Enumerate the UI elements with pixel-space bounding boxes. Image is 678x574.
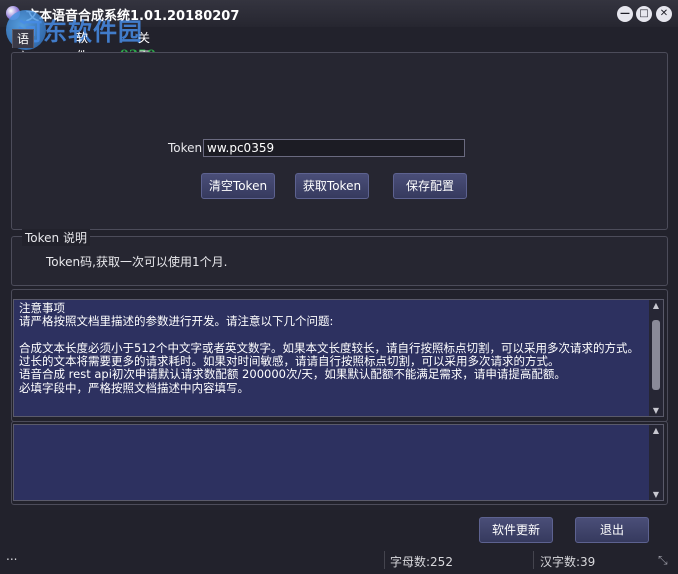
status-separator [384, 551, 385, 569]
log-textarea[interactable]: ▲ ▼ [13, 424, 664, 501]
letter-count: 字母数:252 [390, 555, 453, 569]
hanzi-count: 汉字数:39 [540, 555, 596, 569]
log-scroll-up-icon[interactable]: ▲ [649, 426, 663, 435]
clear-token-button[interactable]: 清空Token [201, 173, 275, 199]
tab-speech-synthesis[interactable]: 语音合成 [12, 29, 35, 100]
tab-software-settings[interactable]: 软件设置 [72, 29, 92, 99]
token-label: Token [168, 141, 203, 155]
get-token-button[interactable]: 获取Token [295, 173, 369, 199]
log-scroll-down-icon[interactable]: ▼ [649, 490, 663, 499]
scroll-up-icon[interactable]: ▲ [649, 301, 663, 310]
software-update-button[interactable]: 软件更新 [479, 517, 553, 543]
minimize-button[interactable]: — [617, 6, 633, 22]
status-dots: ... [6, 549, 18, 563]
save-config-button[interactable]: 保存配置 [393, 173, 467, 199]
notes-text: 注意事项 请严格按照文档里描述的参数进行开发。请注意以下几个问题: 合成文本长度… [19, 301, 639, 395]
token-input[interactable] [203, 139, 465, 157]
token-info-title: Token 说明 [22, 229, 90, 246]
status-bar: ... 字母数:252 汉字数:39 ⤡ [0, 547, 678, 574]
status-separator [533, 551, 534, 569]
notes-scrollbar[interactable]: ▲ ▼ [649, 300, 663, 416]
scroll-down-icon[interactable]: ▼ [649, 406, 663, 415]
token-description: Token码,获取一次可以使用1个月. [46, 255, 228, 269]
resize-grip-icon[interactable]: ⤡ [658, 553, 668, 568]
notes-textarea[interactable]: 注意事项 请严格按照文档里描述的参数进行开发。请注意以下几个问题: 合成文本长度… [13, 299, 664, 417]
tab-about[interactable]: 关于 [134, 29, 154, 63]
log-scrollbar[interactable]: ▲ ▼ [649, 425, 663, 500]
maximize-button[interactable]: □ [636, 6, 652, 22]
close-button[interactable]: ✕ [656, 6, 672, 22]
exit-button[interactable]: 退出 [575, 517, 649, 543]
notes-scroll-thumb[interactable] [652, 320, 660, 390]
